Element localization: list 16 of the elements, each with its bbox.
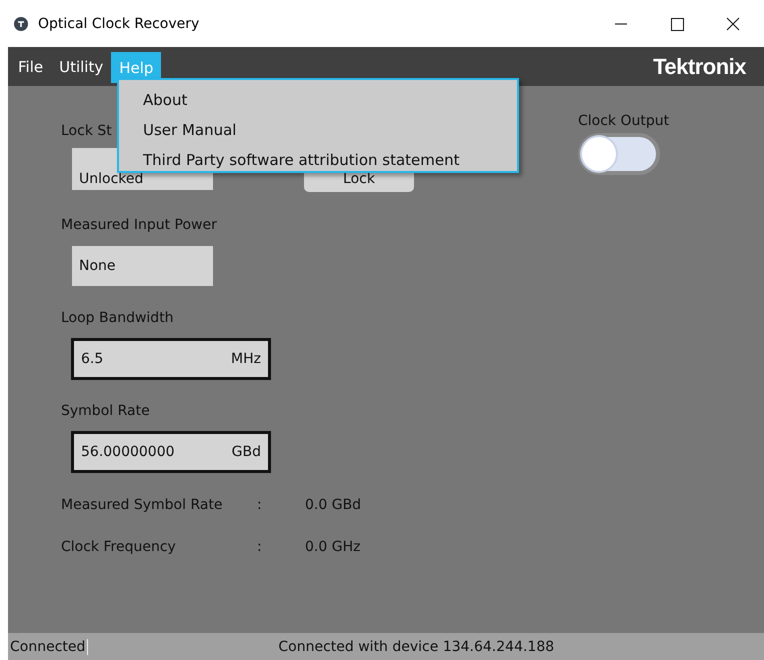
brand-logo: Tektronix (653, 54, 746, 80)
input-power-field: None (72, 246, 213, 286)
status-message: Connected with device 134.64.244.188 (278, 638, 554, 654)
separator: : (257, 539, 263, 555)
reading-label: Clock Frequency (61, 539, 177, 555)
field-label: Clock Output (578, 112, 670, 131)
window-title: Optical Clock Recovery (38, 16, 200, 32)
field-label: Symbol Rate (61, 402, 150, 421)
field-label: Lock St (61, 122, 112, 141)
reading-value: 0.0 GBd (305, 497, 362, 513)
field-label: Loop Bandwidth (61, 309, 174, 328)
reading-value: 0.0 GHz (305, 539, 360, 555)
separator: : (257, 497, 263, 513)
field-label: Measured Input Power (61, 216, 217, 235)
status-state: Connected (8, 638, 88, 654)
reading-label: Measured Symbol Rate (61, 497, 224, 513)
